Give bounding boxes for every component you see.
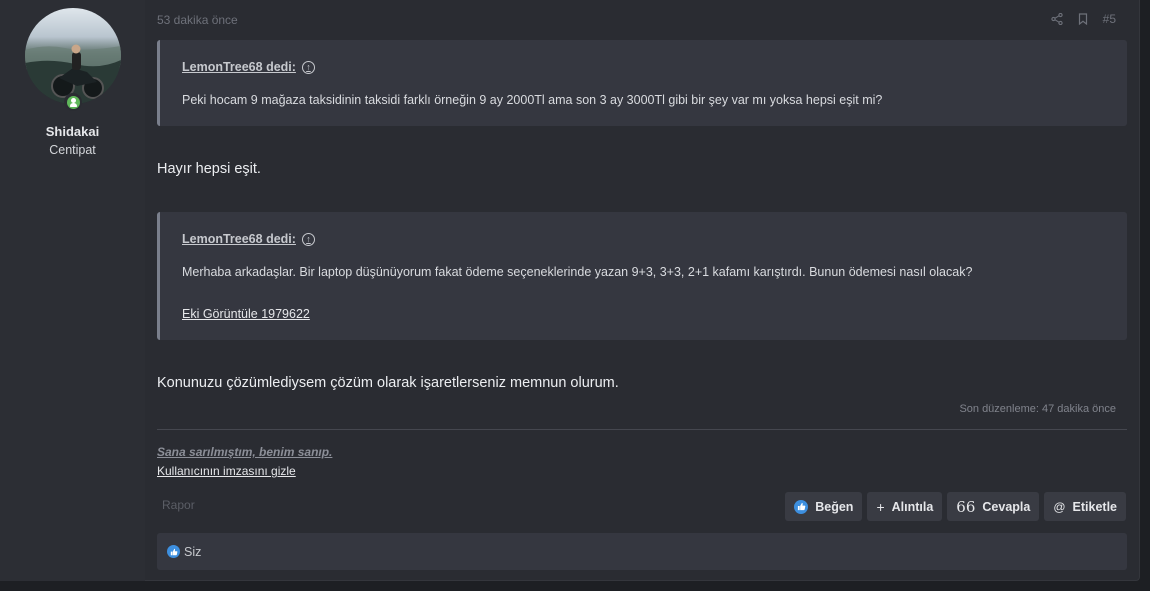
user-sidebar: Shidakai Centipat (0, 0, 145, 581)
user-title: Centipat (49, 143, 96, 157)
tag-label: Etiketle (1072, 499, 1117, 514)
post-action-buttons: Beğen + Alıntıla 66 Cevapla @ Etiketle (785, 492, 1126, 521)
share-icon[interactable] (1050, 13, 1063, 25)
quote-author[interactable]: LemonTree68 dedi: (182, 60, 296, 74)
arrow-up-icon[interactable]: ↑ (301, 60, 315, 74)
post-meta-actions: #5 (1050, 12, 1116, 26)
quote-author-link[interactable]: LemonTree68 dedi: ↑ (182, 60, 315, 74)
tag-button[interactable]: @ Etiketle (1044, 492, 1126, 521)
hide-signature-link[interactable]: Kullanıcının imzasını gizle (157, 464, 296, 478)
post-container: Shidakai Centipat 53 dakika önce #5 Lemo… (0, 0, 1140, 581)
quote-button[interactable]: + Alıntıla (867, 492, 943, 521)
avatar-image (25, 44, 121, 104)
quote-text: Peki hocam 9 mağaza taksidinin taksidi f… (182, 93, 883, 107)
arrow-up-icon[interactable]: ↑ (301, 232, 315, 246)
quote-label: Alıntıla (891, 499, 934, 514)
post-body-text: Hayır hepsi eşit. (157, 161, 261, 177)
username[interactable]: Shidakai (0, 124, 145, 139)
at-sign-icon: @ (1053, 499, 1066, 514)
quote-text: Merhaba arkadaşlar. Bir laptop düşünüyor… (182, 265, 973, 279)
attachment-link[interactable]: Eki Görüntüle 1979622 (182, 307, 310, 321)
reply-label: Cevapla (982, 499, 1031, 514)
like-button[interactable]: Beğen (785, 492, 863, 521)
quote-author[interactable]: LemonTree68 dedi: (182, 232, 296, 246)
plus-icon: + (876, 498, 885, 515)
signature-text: Sana sarılmıştım, benim sanıp. (157, 445, 333, 459)
bookmark-icon[interactable] (1077, 13, 1089, 25)
report-link[interactable]: Rapor (162, 498, 195, 512)
quote-block: LemonTree68 dedi: ↑ Peki hocam 9 mağaza … (157, 40, 1127, 126)
avatar[interactable] (25, 8, 121, 104)
like-label: Beğen (815, 499, 854, 514)
online-status-icon (64, 93, 82, 111)
thumbs-up-icon (794, 499, 809, 514)
reactions-bar[interactable]: Siz (157, 533, 1127, 570)
quote-block: LemonTree68 dedi: ↑ Merhaba arkadaşlar. … (157, 212, 1127, 340)
post-body-text: Konunuzu çözümlediysem çözüm olarak işar… (157, 375, 619, 391)
quote-author-link[interactable]: LemonTree68 dedi: ↑ (182, 232, 315, 246)
thumbs-up-icon (167, 545, 180, 558)
quote-marks-icon: 66 (956, 497, 976, 516)
reply-button[interactable]: 66 Cevapla (947, 492, 1040, 521)
edited-note[interactable]: Son düzenleme: 47 dakika önce (959, 403, 1116, 415)
reactions-text[interactable]: Siz (184, 545, 201, 559)
post-number[interactable]: #5 (1103, 12, 1116, 26)
signature-divider (157, 429, 1127, 430)
post-time[interactable]: 53 dakika önce (157, 13, 238, 27)
